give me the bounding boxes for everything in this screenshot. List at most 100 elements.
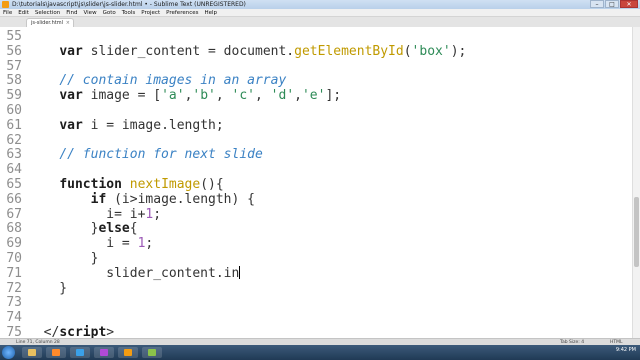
code-text: // contain images in an array [28,73,286,88]
code-token: 'd' [270,88,295,104]
code-line[interactable]: 69 i = 1; [0,236,632,251]
code-token: ]; [325,88,342,104]
vertical-scrollbar[interactable] [632,27,640,338]
code-text: var image = ['a','b', 'c', 'd','e']; [28,88,341,103]
line-number: 70 [6,251,22,266]
code-token: ); [450,43,467,59]
close-button[interactable]: ✕ [620,0,638,8]
code-line[interactable]: 58 // contain images in an array [0,73,632,88]
line-number: 56 [6,43,22,59]
menu-find[interactable]: Find [66,9,77,16]
line-number: 64 [6,162,22,178]
code-editor[interactable]: 55 56 var slider_content = document.getEl… [0,27,632,338]
code-line[interactable]: 64 [0,162,632,177]
code-text: </script> [28,325,114,338]
code-token: , [215,88,232,104]
code-line[interactable]: 61 var i = image.length; [0,118,632,133]
code-token: slider_content [82,43,209,59]
code-text: if (i>image.length) { [28,192,255,207]
taskbar-sublime-icon[interactable] [118,347,138,358]
sublime-app-icon [2,1,9,8]
tab-close-icon[interactable]: × [66,19,70,27]
code-line[interactable]: 62 [0,133,632,148]
code-token: , [255,88,271,104]
code-token: image = [ [82,88,162,104]
code-token: i = [28,236,138,252]
taskbar-explorer-icon[interactable] [22,347,42,358]
text-cursor [239,265,241,279]
code-token: nextImage [129,177,201,192]
code-token: getElementById [294,43,404,59]
tab-js-slider[interactable]: js-slider.html × [26,18,74,27]
taskbar-app-icon[interactable] [94,347,114,358]
window-title-bar: D:\tutorials\javascript\js\slider\js-sli… [0,0,640,9]
code-token: ; [153,206,162,222]
taskbar-browser-icon[interactable] [70,347,90,358]
code-line[interactable]: 74 [0,310,632,325]
menu-preferences[interactable]: Preferences [166,9,198,16]
taskbar-folder-icon[interactable] [142,347,162,358]
code-token: else [98,221,130,237]
code-token: 'a' [161,88,185,104]
scrollbar-thumb[interactable] [634,197,639,267]
code-line[interactable]: 70 } [0,251,632,266]
code-line[interactable]: 67 i= i+1; [0,207,632,222]
code-token: } [28,280,68,296]
line-number: 68 [6,221,22,237]
code-token: 'e' [301,88,326,104]
code-text: function nextImage(){ [28,177,223,192]
code-line[interactable]: 75 </script> [0,325,632,338]
line-number: 69 [6,236,22,252]
tab-label: js-slider.html [31,20,64,26]
code-token: i= i+ [28,206,146,222]
menu-file[interactable]: File [3,9,12,16]
line-number: 62 [6,132,22,148]
code-line[interactable]: 63 // function for next slide [0,147,632,162]
line-number: 66 [6,191,22,207]
code-line[interactable]: 60 [0,103,632,118]
code-line[interactable]: 72 } [0,281,632,296]
code-line[interactable]: 56 var slider_content = document.getElem… [0,44,632,59]
menu-selection[interactable]: Selection [35,9,60,16]
code-line[interactable]: 55 [0,29,632,44]
code-line[interactable]: 71 slider_content.in [0,265,632,281]
code-line[interactable]: 59 var image = ['a','b', 'c', 'd','e']; [0,88,632,103]
code-token: } [28,251,99,266]
minimize-button[interactable]: – [590,0,604,8]
code-line[interactable]: 65 function nextImage(){ [0,177,632,192]
taskbar-clock[interactable]: 9:42 PM [616,348,636,353]
menu-help[interactable]: Help [204,9,217,16]
code-token: if [90,191,107,207]
code-token: function [59,177,122,192]
line-number: 72 [6,280,22,296]
window-controls: – □ ✕ [590,0,638,9]
menu-tools[interactable]: Tools [122,9,136,16]
code-line[interactable]: 57 [0,59,632,74]
code-line[interactable]: 73 [0,295,632,310]
menu-view[interactable]: View [84,9,97,16]
menu-edit[interactable]: Edit [18,9,29,16]
code-line[interactable]: 68 }else{ [0,221,632,236]
code-token: (i>image.length) { [106,191,255,207]
maximize-button[interactable]: □ [605,0,619,8]
code-token: script [59,325,107,338]
taskbar-media-icon[interactable] [46,347,66,358]
code-token: // contain images in an array [59,73,287,89]
start-button[interactable] [2,346,15,359]
menu-project[interactable]: Project [141,9,160,16]
code-text: i = 1; [28,236,153,251]
code-token: = [208,43,216,59]
line-number: 74 [6,310,22,326]
code-line[interactable]: 66 if (i>image.length) { [0,192,632,207]
line-number: 71 [6,265,22,281]
code-token: document. [215,43,295,59]
code-token: 'b' [192,88,216,104]
menu-goto[interactable]: Goto [103,9,116,16]
window-title: D:\tutorials\javascript\js\slider\js-sli… [12,1,246,8]
